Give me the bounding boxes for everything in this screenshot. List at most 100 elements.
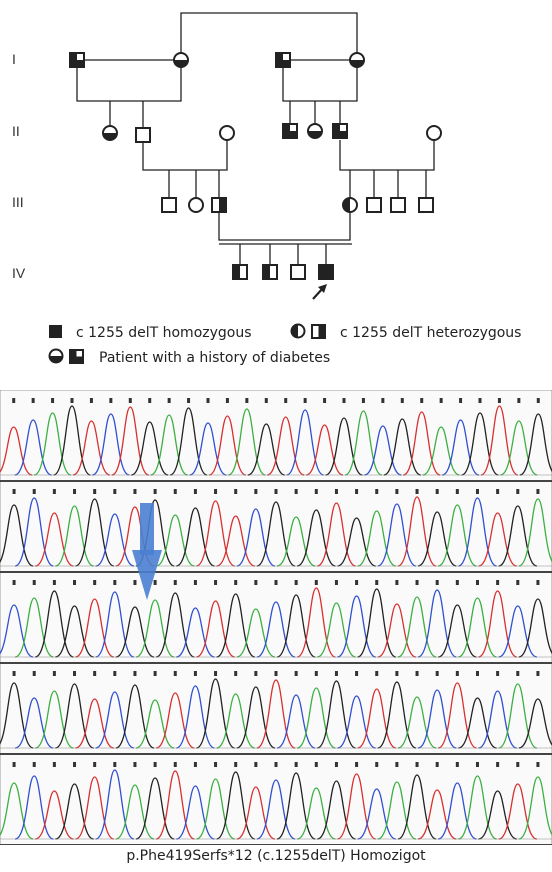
base-call-tick xyxy=(516,671,520,676)
base-call-tick xyxy=(128,398,132,403)
base-call-tick xyxy=(355,671,359,676)
base-call-tick xyxy=(31,398,35,403)
ind-ii1-female-diabetes xyxy=(102,125,118,141)
base-call-tick xyxy=(334,489,338,494)
base-call-tick xyxy=(113,580,117,585)
sequencing-chromatogram xyxy=(0,390,552,845)
base-call-tick xyxy=(334,671,338,676)
generation-label-iii: III xyxy=(12,194,24,210)
ind-iii2-female xyxy=(188,197,204,213)
base-call-tick xyxy=(355,489,359,494)
base-call-tick xyxy=(32,762,36,767)
base-call-tick xyxy=(516,489,520,494)
base-call-tick xyxy=(93,489,97,494)
base-call-tick xyxy=(12,580,16,585)
base-call-tick xyxy=(234,489,238,494)
base-call-tick xyxy=(375,489,379,494)
ind-i3-male-diabetes xyxy=(275,52,291,68)
base-call-tick xyxy=(153,489,157,494)
base-call-tick xyxy=(455,762,459,767)
base-call-tick xyxy=(455,580,459,585)
ind-iv1-male-heterozygous xyxy=(232,264,248,280)
base-call-tick xyxy=(475,489,479,494)
base-call-tick xyxy=(32,580,36,585)
legend-heterozygous-label: c 1255 delT heterozygous xyxy=(340,325,521,341)
base-call-tick xyxy=(435,580,439,585)
base-call-tick xyxy=(334,762,338,767)
base-call-tick xyxy=(113,671,117,676)
base-call-tick xyxy=(70,398,74,403)
base-call-tick xyxy=(206,398,210,403)
base-call-tick xyxy=(153,580,157,585)
base-call-tick xyxy=(93,671,97,676)
base-call-tick xyxy=(52,762,56,767)
base-call-tick xyxy=(274,489,278,494)
base-call-tick xyxy=(73,489,77,494)
base-call-tick xyxy=(400,398,404,403)
base-call-tick xyxy=(153,762,157,767)
base-call-tick xyxy=(254,580,258,585)
pedigree-chart: I II III IV c 1255 delT homozygous c 125… xyxy=(12,12,521,366)
base-call-tick xyxy=(73,671,77,676)
base-call-tick xyxy=(536,580,540,585)
base-call-tick xyxy=(395,489,399,494)
base-call-tick xyxy=(342,398,346,403)
base-call-tick xyxy=(314,762,318,767)
base-call-tick xyxy=(475,580,479,585)
base-call-tick xyxy=(153,671,157,676)
base-call-tick xyxy=(12,671,16,676)
base-call-tick xyxy=(167,398,171,403)
base-call-tick xyxy=(173,671,177,676)
base-call-tick xyxy=(314,671,318,676)
base-call-tick xyxy=(415,489,419,494)
base-call-tick xyxy=(214,580,218,585)
base-call-tick xyxy=(536,671,540,676)
ind-iii7-male xyxy=(418,197,434,213)
base-call-tick xyxy=(133,762,137,767)
base-call-tick xyxy=(516,762,520,767)
base-call-tick xyxy=(225,398,229,403)
base-call-tick xyxy=(51,398,55,403)
ind-i1-male-diabetes xyxy=(69,52,85,68)
base-call-tick xyxy=(12,489,16,494)
base-call-tick xyxy=(12,762,16,767)
base-call-tick xyxy=(536,762,540,767)
base-call-tick xyxy=(381,398,385,403)
ind-ii3-female xyxy=(219,125,235,141)
base-call-tick xyxy=(415,762,419,767)
base-call-tick xyxy=(264,398,268,403)
base-call-tick xyxy=(415,671,419,676)
base-call-tick xyxy=(234,671,238,676)
base-call-tick xyxy=(455,489,459,494)
base-call-tick xyxy=(52,489,56,494)
base-call-tick xyxy=(294,762,298,767)
ind-iii5-male xyxy=(366,197,382,213)
ind-ii7-female xyxy=(426,125,442,141)
base-call-tick xyxy=(109,398,113,403)
base-call-tick xyxy=(93,580,97,585)
base-call-tick xyxy=(294,580,298,585)
base-call-tick xyxy=(274,671,278,676)
base-call-tick xyxy=(517,398,521,403)
ind-iv4-proband-homozygous xyxy=(318,264,334,280)
ind-ii6-male-diabetes xyxy=(332,123,348,139)
base-call-tick xyxy=(536,489,540,494)
ind-iii4-female-heterozygous xyxy=(342,197,358,213)
base-call-tick xyxy=(148,398,152,403)
base-call-tick xyxy=(496,489,500,494)
base-call-tick xyxy=(375,580,379,585)
proband-arrow-icon xyxy=(312,284,327,300)
base-call-tick xyxy=(274,762,278,767)
legend-diabetes-symbols xyxy=(48,348,84,364)
ind-iii3-male-heterozygous xyxy=(211,197,227,213)
ind-i4-female-diabetes-carrier xyxy=(349,52,365,68)
base-call-tick xyxy=(536,398,540,403)
base-call-tick xyxy=(496,671,500,676)
legend-diabetes-label: Patient with a history of diabetes xyxy=(99,350,330,366)
pedigree-lines xyxy=(76,12,435,265)
base-call-tick xyxy=(214,489,218,494)
base-call-tick xyxy=(314,580,318,585)
base-call-tick xyxy=(52,671,56,676)
base-call-tick xyxy=(254,671,258,676)
base-call-tick xyxy=(459,398,463,403)
